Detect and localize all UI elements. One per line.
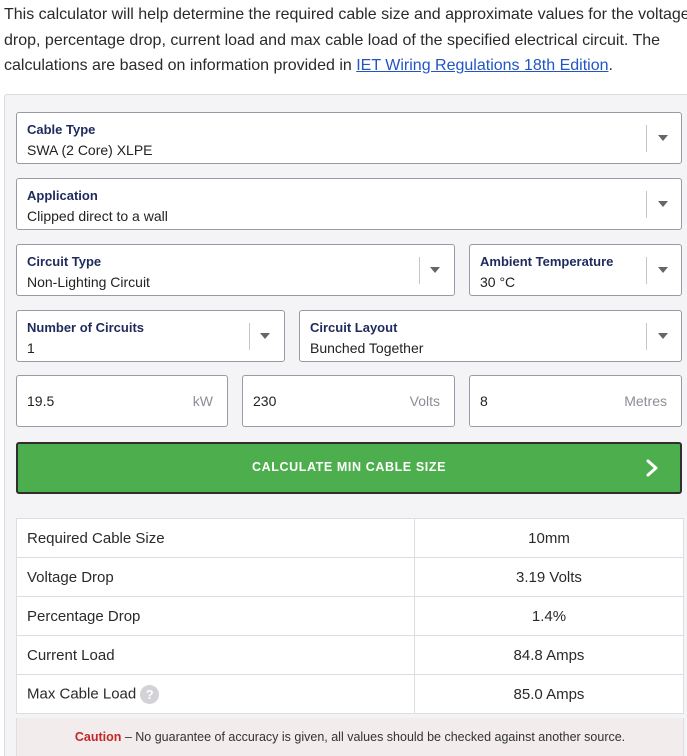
voltage-unit: Volts (409, 393, 440, 409)
table-row: Current Load 84.8 Amps (16, 635, 684, 675)
calculate-min-cable-size-button[interactable]: CALCULATE MIN CABLE SIZE (16, 442, 682, 494)
max-cable-load-cell: Max Cable Load? (16, 674, 415, 714)
application-label: Application (27, 188, 98, 203)
table-row: Percentage Drop 1.4% (16, 596, 684, 636)
cable-type-select[interactable]: Cable Type SWA (2 Core) XLPE (16, 112, 682, 164)
caution-label: Caution (74, 730, 122, 744)
circuit-layout-select[interactable]: Circuit Layout Bunched Together (299, 310, 682, 362)
max-cable-load-value: 85.0 Amps (414, 674, 684, 714)
intro-line-1: This calculator will help determine the … (4, 6, 687, 23)
application-value: Clipped direct to a wall (27, 208, 168, 224)
ambient-temperature-separator (646, 257, 647, 284)
circuit-layout-value: Bunched Together (310, 340, 424, 356)
current-load-value: 84.8 Amps (414, 635, 684, 675)
chevron-down-icon[interactable] (658, 201, 668, 207)
chevron-down-icon[interactable] (430, 267, 440, 273)
results-table: Required Cable Size 10mm Voltage Drop 3.… (16, 518, 684, 714)
chevron-down-icon[interactable] (260, 333, 270, 339)
number-of-circuits-value: 1 (27, 340, 35, 356)
circuit-layout-separator (646, 323, 647, 350)
required-cable-size-label: Required Cable Size (16, 518, 415, 558)
calculate-button-label: CALCULATE MIN CABLE SIZE (251, 460, 447, 474)
application-select[interactable]: Application Clipped direct to a wall (16, 178, 682, 230)
chevron-down-icon[interactable] (658, 267, 668, 273)
percentage-drop-label: Percentage Drop (16, 596, 415, 636)
intro-line-3-prefix: calculations are based on information pr… (4, 57, 357, 74)
number-of-circuits-label: Number of Circuits (27, 320, 145, 335)
voltage-drop-label: Voltage Drop (16, 557, 415, 597)
circuit-type-select[interactable]: Circuit Type Non-Lighting Circuit (16, 244, 455, 296)
circuit-layout-label: Circuit Layout (310, 320, 398, 335)
power-value[interactable]: 19.5 (27, 393, 54, 409)
length-input[interactable]: 8 Metres (469, 375, 682, 427)
intro-line-3: calculations are based on information pr… (4, 53, 687, 79)
cable-type-value: SWA (2 Core) XLPE (27, 142, 153, 158)
chevron-down-icon[interactable] (658, 135, 668, 141)
help-icon[interactable]: ? (140, 684, 160, 704)
cable-type-separator (646, 125, 647, 152)
max-cable-load-label: Max Cable Load (27, 684, 137, 702)
circuit-type-value: Non-Lighting Circuit (27, 274, 150, 290)
table-row: Required Cable Size 10mm (16, 518, 684, 558)
power-input[interactable]: 19.5 kW (16, 375, 228, 427)
circuit-type-separator (419, 257, 420, 284)
number-of-circuits-separator (249, 323, 250, 350)
chevron-down-icon[interactable] (658, 333, 668, 339)
power-unit: kW (192, 393, 213, 409)
intro-line-2: drop, percentage drop, current load and … (4, 31, 661, 49)
ambient-temperature-label: Ambient Temperature (480, 254, 614, 269)
chevron-right-icon (646, 459, 658, 477)
percentage-drop-value: 1.4% (414, 596, 684, 636)
cable-type-label: Cable Type (27, 122, 96, 137)
ambient-temperature-select[interactable]: Ambient Temperature 30 °C (469, 244, 682, 296)
voltage-input[interactable]: 230 Volts (242, 375, 455, 427)
table-row: Voltage Drop 3.19 Volts (16, 557, 684, 597)
iet-regulations-link[interactable]: IET Wiring Regulations 18th Edition (356, 57, 608, 74)
required-cable-size-value: 10mm (414, 518, 684, 558)
length-value[interactable]: 8 (480, 393, 488, 409)
voltage-drop-value: 3.19 Volts (414, 557, 684, 597)
voltage-value[interactable]: 230 (253, 393, 276, 409)
application-separator (646, 191, 647, 218)
circuit-type-label: Circuit Type (27, 254, 102, 269)
length-unit: Metres (624, 393, 667, 409)
ambient-temperature-value: 30 °C (480, 274, 516, 290)
table-row: Max Cable Load? 85.0 Amps (16, 674, 684, 714)
current-load-label: Current Load (16, 635, 415, 675)
caution-text: – No guarantee of accuracy is given, all… (121, 730, 626, 744)
number-of-circuits-select[interactable]: Number of Circuits 1 (16, 310, 285, 362)
intro-line-3-suffix: . (608, 57, 613, 74)
caution-notice: Caution – No guarantee of accuracy is gi… (16, 718, 684, 756)
intro-text: This calculator will help determine the … (4, 2, 687, 79)
